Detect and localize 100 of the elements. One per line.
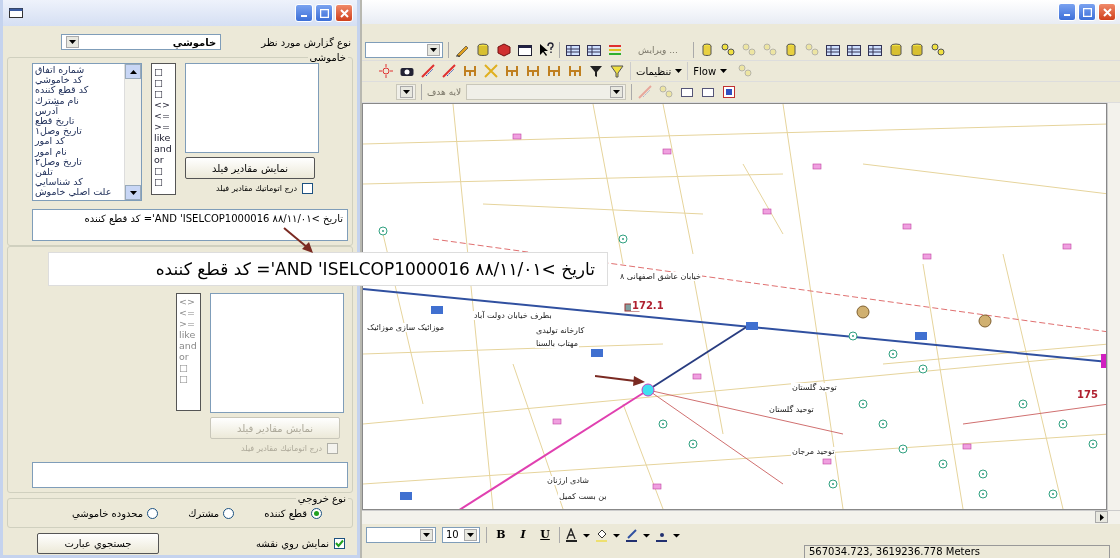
table-icon[interactable]	[586, 42, 602, 58]
nodes-icon[interactable]	[761, 42, 778, 58]
database-icon[interactable]	[475, 42, 491, 58]
operator-item[interactable]: or	[179, 351, 198, 362]
operator-item[interactable]: >=	[179, 318, 198, 329]
cube-icon[interactable]	[496, 42, 512, 58]
close-button[interactable]	[335, 4, 353, 22]
stamp-icon[interactable]	[721, 84, 738, 100]
operator-list[interactable]: <> <= >= like and or □ □	[176, 293, 201, 411]
table-icon[interactable]	[866, 42, 883, 58]
field-item[interactable]: كد شناسايي	[35, 177, 122, 188]
nodes-icon[interactable]	[803, 42, 820, 58]
window-icon[interactable]	[517, 42, 533, 58]
operator-item[interactable]: like	[179, 329, 198, 340]
operator-item[interactable]: □	[154, 66, 173, 77]
table-icon[interactable]	[845, 42, 862, 58]
pipe-icon[interactable]	[546, 63, 562, 79]
radio-button[interactable]	[147, 508, 159, 519]
field-list[interactable]: شماره اتفاق كد خاموشي كد قطع كننده نام مشترك آدرس تاريخ قطع تاريخ وصل۱ كد امور نام امور تاريخ وصل۲ تلفن كد شناسايي علت اصلي خاموش	[32, 63, 142, 201]
font-size-dropdown[interactable]: 10	[442, 526, 480, 543]
operator-item[interactable]: like	[154, 132, 173, 143]
database-icon[interactable]	[908, 42, 925, 58]
operator-item[interactable]: □	[179, 373, 198, 384]
field-item[interactable]: آدرس	[35, 105, 122, 116]
nodes-icon[interactable]	[658, 84, 675, 100]
radio-button[interactable]	[223, 508, 235, 519]
nodes-icon[interactable]	[929, 42, 946, 58]
toolbar-menu[interactable]: تنظیمات	[630, 62, 688, 80]
font-dropdown[interactable]	[366, 526, 436, 543]
field-item[interactable]: نام امور	[35, 146, 122, 157]
nodes-icon[interactable]	[740, 42, 757, 58]
operator-item[interactable]: <>	[154, 99, 173, 110]
caret-icon	[675, 69, 683, 73]
text-color-icon[interactable]	[566, 527, 590, 542]
line-color-icon[interactable]	[626, 527, 650, 542]
underline-button[interactable]: U	[537, 526, 553, 543]
maximize-button[interactable]	[1078, 3, 1096, 21]
minimize-button[interactable]	[295, 4, 313, 22]
radio-button[interactable]	[311, 508, 322, 519]
operator-item[interactable]: □	[179, 362, 198, 373]
scrollbar[interactable]	[1107, 103, 1120, 510]
table-icon[interactable]	[565, 42, 581, 58]
bold-button[interactable]: B	[493, 526, 509, 543]
operator-item[interactable]: >=	[154, 121, 173, 132]
pipe-icon[interactable]	[567, 63, 583, 79]
map-label: بن بست کمیل	[558, 492, 608, 501]
operator-item[interactable]: and	[154, 143, 173, 154]
italic-button[interactable]: I	[515, 526, 531, 543]
operator-item[interactable]: <=	[154, 110, 173, 121]
field-item[interactable]: تاريخ وصل۱	[35, 126, 122, 137]
nodes-icon[interactable]	[737, 63, 754, 79]
values-list[interactable]	[210, 293, 344, 413]
field-item[interactable]: علت اصلي خاموش	[35, 187, 122, 198]
field-item[interactable]: كد قطع كننده	[35, 85, 122, 96]
table-icon[interactable]	[824, 42, 841, 58]
checkbox[interactable]	[302, 183, 313, 194]
operator-item[interactable]: □	[154, 176, 173, 187]
minimize-button[interactable]	[1058, 3, 1076, 21]
operator-list[interactable]: □ □ □ <> <= >= like and or □ □	[151, 63, 176, 195]
line-icon[interactable]	[441, 63, 457, 79]
operator-item[interactable]: □	[154, 77, 173, 88]
close-button[interactable]	[1098, 3, 1116, 21]
operator-item[interactable]: <=	[179, 307, 198, 318]
line-icon[interactable]	[420, 63, 436, 79]
field-item[interactable]: كد خاموشي	[35, 75, 122, 86]
color-bars-icon[interactable]	[607, 42, 623, 58]
field-item[interactable]: كد امور	[35, 136, 122, 147]
field-item[interactable]: شماره اتفاق	[35, 65, 122, 76]
layer-dropdown[interactable]	[396, 84, 416, 100]
fill-color-icon[interactable]	[596, 527, 620, 542]
field-item[interactable]: تاريخ وصل۲	[35, 156, 122, 168]
map-label: مهتاب بالسنا	[535, 339, 579, 348]
funnel-icon[interactable]	[588, 63, 604, 79]
pipe-icon[interactable]	[525, 63, 541, 79]
toolbar-menu[interactable]: Flow	[687, 62, 733, 80]
operator-item[interactable]: □	[154, 88, 173, 99]
pipe-icon[interactable]	[504, 63, 520, 79]
operator-item[interactable]: or	[154, 154, 173, 165]
radio-label: قطع كننده	[264, 508, 307, 519]
database-icon[interactable]	[887, 42, 904, 58]
nodes-icon[interactable]	[719, 42, 736, 58]
field-item[interactable]: تاريخ قطع	[35, 116, 122, 127]
scrollbar[interactable]	[124, 64, 141, 200]
show-values-button[interactable]: نمایش مقادیر فیلد	[185, 157, 315, 179]
operator-item[interactable]: and	[179, 340, 198, 351]
operator-item[interactable]: □	[154, 165, 173, 176]
report-type-dropdown[interactable]: خاموشي	[61, 34, 222, 50]
target-icon[interactable]	[378, 63, 394, 79]
scrollbar[interactable]	[362, 510, 1120, 524]
operator-item[interactable]: <>	[179, 296, 198, 307]
field-item[interactable]: نام مشترك	[35, 95, 122, 106]
query-field[interactable]: تاریخ >۸۸/۱۱/۰۱ AND 'ISELCOP1000016'= کد قطع کننده	[32, 209, 348, 241]
values-list[interactable]	[185, 63, 319, 153]
query-field[interactable]	[32, 462, 348, 488]
field-item[interactable]: تلفن	[35, 167, 122, 178]
checkbox[interactable]	[334, 538, 345, 549]
search-button[interactable]: جستجوي عبارت	[37, 533, 159, 554]
maximize-button[interactable]	[315, 4, 333, 22]
help-icon[interactable]	[538, 42, 554, 58]
pipe-icon[interactable]	[462, 63, 478, 79]
